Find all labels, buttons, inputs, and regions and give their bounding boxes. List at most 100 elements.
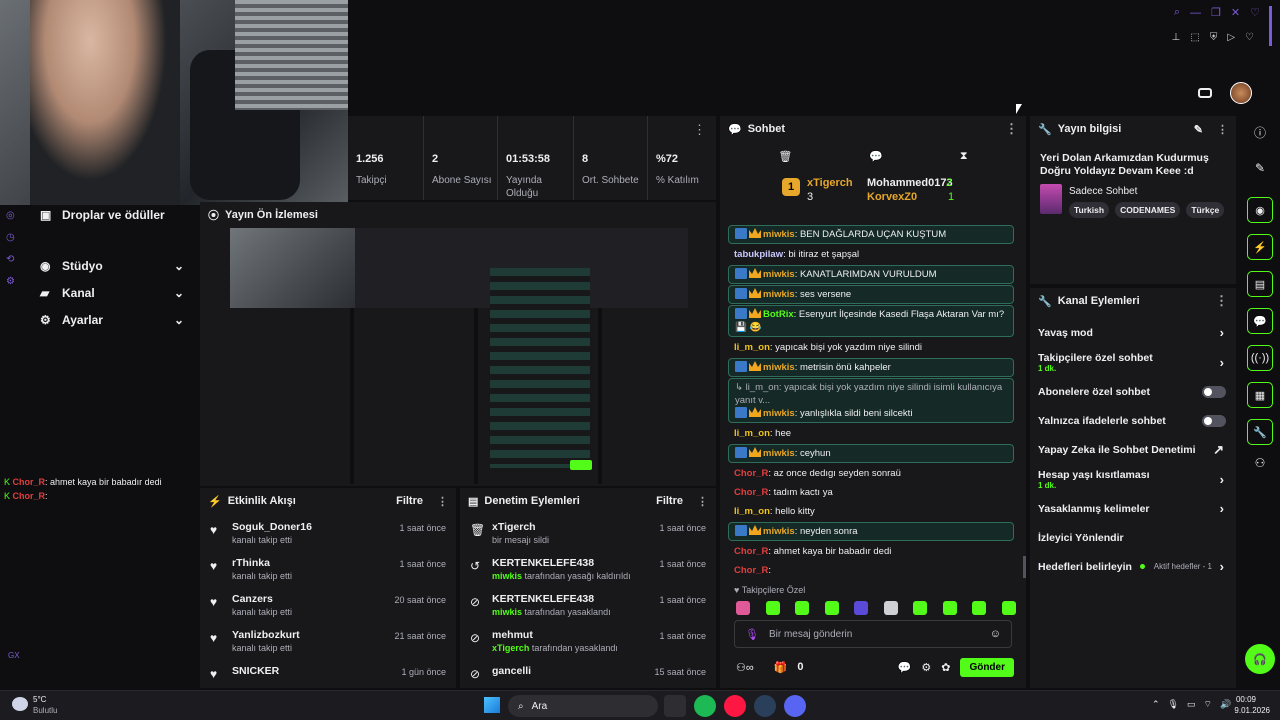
emote-icon[interactable] bbox=[913, 601, 928, 615]
top-chatter-1-name[interactable]: xTigerch bbox=[807, 177, 853, 189]
category-name[interactable]: Sadece Sohbet bbox=[1069, 186, 1137, 197]
chat-username[interactable]: li_m_on bbox=[734, 342, 770, 353]
activity-row[interactable]: ♥ Canzers kanalı takip etti 20 saat önce bbox=[200, 586, 456, 622]
tray-chevron-icon[interactable]: ⌃ bbox=[1152, 699, 1160, 710]
avatar[interactable] bbox=[1230, 82, 1252, 104]
chat-username[interactable]: miwkis bbox=[763, 526, 795, 537]
chat-username[interactable]: miwkis bbox=[763, 289, 795, 300]
tray-volume-icon[interactable]: 🔊 bbox=[1220, 699, 1231, 710]
chat-message[interactable]: Chor_R: tadım kactı ya bbox=[720, 483, 1026, 502]
channel-action-row[interactable]: Hedefleri belirleyin Aktif hedefler - 1 › bbox=[1030, 552, 1236, 581]
chat-message[interactable]: li_m_on: hello kitty bbox=[720, 502, 1026, 521]
rail-broadcast-icon[interactable]: ((·)) bbox=[1247, 345, 1273, 371]
chevron-down-icon[interactable]: ⌄ bbox=[174, 259, 184, 273]
top-chatter-2-name[interactable]: Mohammed0173 bbox=[867, 177, 953, 189]
tag-chip[interactable]: CODENAMES bbox=[1115, 202, 1181, 218]
emote-icon[interactable] bbox=[795, 601, 810, 615]
info-icon[interactable]: ⓘ bbox=[1240, 124, 1280, 141]
start-button[interactable] bbox=[484, 697, 500, 713]
chevron-down-icon[interactable]: ⌄ bbox=[174, 313, 184, 327]
chat-icon[interactable]: 💬 bbox=[869, 150, 883, 163]
chat-message[interactable]: miwkis: metrisin önü kahpeler bbox=[728, 358, 1014, 377]
chat-username[interactable]: li_m_on bbox=[734, 428, 770, 439]
chat-message[interactable]: ↳ li_m_on: yapıcak bişi yok yazdım niye … bbox=[728, 378, 1014, 423]
chat-message[interactable]: miwkis: BEN DAĞLARDA UÇAN KUŞTUM bbox=[728, 225, 1014, 244]
rail-chat-icon[interactable]: 💬 bbox=[1247, 308, 1273, 334]
weather-temp[interactable]: 5°C bbox=[33, 695, 46, 704]
channel-action-row[interactable]: Yasaklanmış kelimeler › bbox=[1030, 494, 1236, 523]
rail-layout-icon[interactable]: ▦ bbox=[1247, 382, 1273, 408]
emote-icon[interactable] bbox=[824, 601, 839, 615]
chat-username[interactable]: Chor_R bbox=[734, 546, 768, 557]
moderation-actor[interactable]: xTigerch bbox=[492, 643, 529, 653]
minimize-icon[interactable]: — bbox=[1190, 7, 1201, 19]
activity-filter[interactable]: Filtre bbox=[396, 495, 423, 507]
activity-row[interactable]: ♥ Soguk_Doner16 kanalı takip etti 1 saat ön… bbox=[200, 514, 456, 550]
taskbar-search[interactable]: ⌕ Ara bbox=[508, 695, 658, 717]
shield-icon[interactable]: ⛨ bbox=[1210, 32, 1218, 43]
support-button[interactable]: 🎧 bbox=[1245, 644, 1275, 674]
emote-icon[interactable] bbox=[1001, 601, 1016, 615]
emote-icon[interactable] bbox=[854, 601, 869, 615]
chat-scrollbar[interactable] bbox=[1023, 556, 1026, 578]
rail-wrench-icon[interactable]: 🔧 bbox=[1247, 419, 1273, 445]
tray-wifi-icon[interactable]: ⌔ bbox=[1204, 699, 1212, 710]
sidebar-item-1[interactable]: ◉ Stüdyo ⌄ bbox=[0, 252, 200, 279]
chat-message[interactable]: Chor_R: bbox=[720, 561, 1026, 580]
tray-mic-icon[interactable]: 🎙 bbox=[1168, 699, 1179, 710]
creator-mode-icon[interactable] bbox=[1198, 88, 1212, 98]
search-icon[interactable]: ⌕ bbox=[1174, 6, 1180, 19]
chat-username[interactable]: Chor_R bbox=[734, 468, 768, 479]
moderation-menu-icon[interactable]: ⋮ bbox=[697, 495, 708, 508]
clock-time[interactable]: 00:09 bbox=[1236, 695, 1256, 704]
channel-action-row[interactable]: Abonelere özel sohbet bbox=[1030, 377, 1236, 406]
moderation-filter[interactable]: Filtre bbox=[656, 495, 683, 507]
pencil-icon[interactable]: ✎ bbox=[1240, 161, 1280, 175]
channel-action-row[interactable]: İzleyici Yönlendir bbox=[1030, 523, 1236, 552]
chevron-right-icon[interactable]: › bbox=[1220, 355, 1224, 370]
close-icon[interactable]: ✕ bbox=[1231, 6, 1240, 19]
moderation-row[interactable]: ⊘ gancelli 15 saat önce bbox=[460, 658, 716, 694]
sidebar-item-0[interactable]: ▣ Droplar ve ödüller bbox=[0, 201, 200, 228]
channel-action-row[interactable]: Takipçilere özel sohbet 1 dk. › bbox=[1030, 347, 1236, 377]
edit-icon[interactable]: ✎ bbox=[1194, 123, 1203, 136]
steam-icon[interactable] bbox=[754, 695, 776, 717]
moderation-row[interactable]: ⊘ mehmut xTigerch tarafından yasaklandı 1 s… bbox=[460, 622, 716, 658]
settings-icon[interactable]: ⚙ bbox=[921, 661, 931, 674]
spotify-icon[interactable] bbox=[694, 695, 716, 717]
chevron-right-icon[interactable]: › bbox=[1220, 559, 1224, 574]
chat-message[interactable]: li_m_on: yapıcak bişi yok yazdım niye si… bbox=[720, 338, 1026, 357]
chat-username[interactable]: tabukpilaw bbox=[734, 249, 783, 260]
chevron-right-icon[interactable]: › bbox=[1220, 472, 1224, 487]
favorite-icon[interactable]: ♡ bbox=[1245, 32, 1254, 43]
chevron-down-icon[interactable]: ⌄ bbox=[174, 286, 184, 300]
rail-camera-icon[interactable]: ◉ bbox=[1247, 197, 1273, 223]
top-chatter-3-name[interactable]: KorvexZ0 bbox=[867, 191, 917, 203]
opera-gx-icon[interactable] bbox=[724, 695, 746, 717]
external-link-icon[interactable]: ↗ bbox=[1213, 442, 1224, 458]
chat-message[interactable]: miwkis: ses versene bbox=[728, 285, 1014, 304]
gift-box-icon[interactable]: 🎁 bbox=[774, 661, 788, 674]
activity-row[interactable]: ♥ SNICKER 1 gün önce bbox=[200, 658, 456, 694]
tag-chip[interactable]: Türkçe bbox=[1186, 202, 1225, 218]
pin-icon[interactable]: ⊥ bbox=[1172, 32, 1181, 43]
channel-actions-menu-icon[interactable]: ⋮ bbox=[1215, 293, 1228, 309]
chat-message[interactable]: Chor_R: az once dedıgı seyden sonraü bbox=[720, 464, 1026, 483]
hourglass-icon[interactable]: ⧗ bbox=[960, 150, 968, 163]
users-icon[interactable]: ⚇∞ bbox=[736, 661, 754, 674]
heart-icon[interactable]: ♡ bbox=[1250, 6, 1260, 19]
trash-icon[interactable]: 🗑 bbox=[778, 150, 792, 163]
activity-row[interactable]: ♥ Yanlizbozkurt kanalı takip etti 21 saat ö… bbox=[200, 622, 456, 658]
chat-username[interactable]: miwkis bbox=[763, 408, 795, 419]
chat-menu-icon[interactable]: ⋮ bbox=[1005, 121, 1018, 137]
chat-message[interactable]: BotRix: Esenyurt İlçesinde Kasedi Flaşa … bbox=[728, 305, 1014, 337]
explorer-icon[interactable] bbox=[664, 695, 686, 717]
emoji-icon[interactable]: ☺ bbox=[990, 628, 1001, 640]
rail-doc-icon[interactable]: ▤ bbox=[1247, 271, 1273, 297]
moderation-row[interactable]: ⊘ KERTENKELEFE438 miwkis tarafından yasakl… bbox=[460, 586, 716, 622]
chevron-right-icon[interactable]: › bbox=[1220, 501, 1224, 516]
chat-username[interactable]: miwkis bbox=[763, 229, 795, 240]
comment-icon[interactable]: 💬 bbox=[898, 661, 912, 674]
sidebar-item-2[interactable]: ▰ Kanal ⌄ bbox=[0, 279, 200, 306]
chat-username[interactable]: miwkis bbox=[763, 269, 795, 280]
